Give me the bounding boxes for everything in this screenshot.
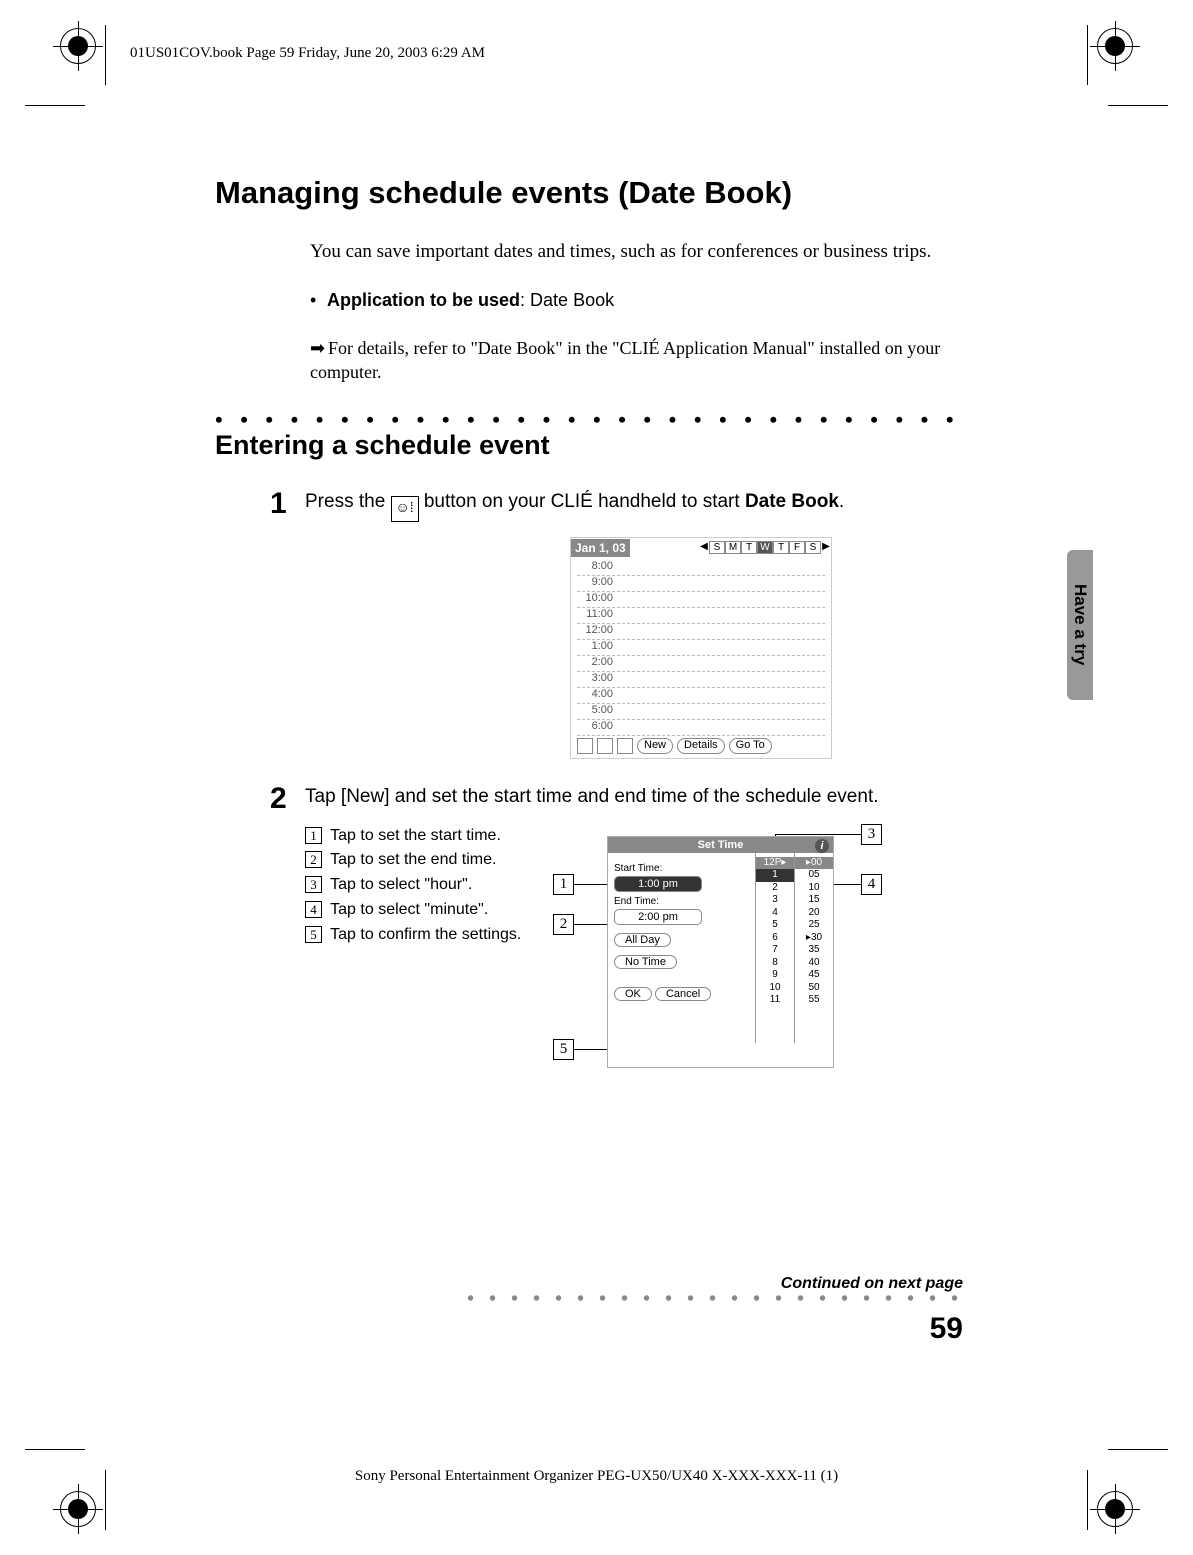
crop-mark-icon	[85, 1430, 125, 1470]
prev-week-icon: ◀	[699, 541, 709, 554]
continued-block: Continued on next page • • • • • • • • •…	[467, 1275, 963, 1305]
end-time-field: 2:00 pm	[614, 909, 702, 925]
datebook-hardware-button-icon: ☺⁞	[391, 496, 419, 522]
start-time-field: 1:00 pm	[614, 876, 702, 892]
crop-mark-icon	[85, 85, 125, 125]
section-tab-label: Have a try	[1070, 584, 1090, 665]
next-week-icon: ▶	[821, 541, 831, 554]
callout-5: 5	[553, 1039, 574, 1060]
step-number: 1	[270, 489, 305, 522]
step-body: Press the ☺⁞ button on your CLIÉ handhel…	[305, 489, 955, 522]
registration-mark-icon	[1097, 1491, 1133, 1527]
callout-1: 1	[553, 874, 574, 895]
step-2: 2 Tap [New] and set the start time and e…	[270, 784, 955, 814]
step-body: Tap [New] and set the start time and end…	[305, 784, 955, 814]
subheading: Entering a schedule event	[215, 430, 955, 461]
application-name: Date Book	[530, 290, 614, 310]
shot1-details-button: Details	[677, 738, 725, 754]
minute-column: ▸00 05 10 15 20 25 ▸30 35 40 45 50 55	[794, 853, 833, 1043]
intro-text: You can save important dates and times, …	[310, 239, 955, 265]
reference-note-text: For details, refer to "Date Book" in the…	[310, 338, 940, 382]
registration-mark-icon	[60, 28, 96, 64]
shot1-goto-button: Go To	[729, 738, 772, 754]
crop-mark-icon	[1068, 85, 1108, 125]
application-line: • Application to be used: Date Book	[310, 290, 955, 311]
reference-note: ➡For details, refer to "Date Book" in th…	[310, 336, 955, 385]
section-tab: Have a try	[1067, 550, 1093, 700]
callout-3: 3	[861, 824, 882, 845]
cancel-button: Cancel	[655, 987, 711, 1001]
no-time-button: No Time	[614, 955, 677, 969]
print-header: 01US01COV.book Page 59 Friday, June 20, …	[130, 45, 485, 62]
callout-4: 4	[861, 874, 882, 895]
shot2-title: Set Time	[698, 839, 744, 851]
step-1: 1 Press the ☺⁞ button on your CLIÉ handh…	[270, 489, 955, 522]
ok-button: OK	[614, 987, 652, 1001]
view-button-icon	[577, 738, 593, 754]
view-button-icon	[617, 738, 633, 754]
shot1-date: Jan 1, 03	[571, 539, 630, 557]
screenshot-datebook-day: Jan 1, 03 ◀ S M T W T F S ▶ 8:00 9:00 10…	[570, 537, 832, 759]
legend: 1 Tap to set the start time. 2 Tap to se…	[305, 824, 521, 948]
step-number: 2	[270, 784, 305, 814]
leader-line	[775, 834, 861, 835]
start-time-label: Start Time:	[614, 863, 749, 874]
view-button-icon	[597, 738, 613, 754]
screenshot-set-time: Set Time i Start Time: 1:00 pm End Time:…	[607, 836, 834, 1068]
end-time-label: End Time:	[614, 896, 749, 907]
divider-dots: • • • • • • • • • • • • • • • • • • • • …	[215, 412, 955, 427]
registration-mark-icon	[60, 1491, 96, 1527]
application-label: Application to be used	[327, 290, 520, 310]
shot1-new-button: New	[637, 738, 673, 754]
info-icon: i	[815, 839, 829, 853]
all-day-button: All Day	[614, 933, 671, 947]
callout-2: 2	[553, 914, 574, 935]
page-title: Managing schedule events (Date Book)	[215, 175, 955, 211]
continued-dots: • • • • • • • • • • • • • • • • • • • • …	[467, 1293, 963, 1305]
shot1-days: ◀ S M T W T F S ▶	[699, 541, 831, 554]
arrow-icon: ➡	[310, 336, 328, 360]
registration-mark-icon	[1097, 28, 1133, 64]
footer-text: Sony Personal Entertainment Organizer PE…	[0, 1468, 1193, 1485]
hour-column: 12P▸ 1 2 3 4 5 6 7 8 9 10 11	[755, 853, 794, 1043]
crop-mark-icon	[1068, 1430, 1108, 1470]
page-number: 59	[930, 1312, 963, 1346]
